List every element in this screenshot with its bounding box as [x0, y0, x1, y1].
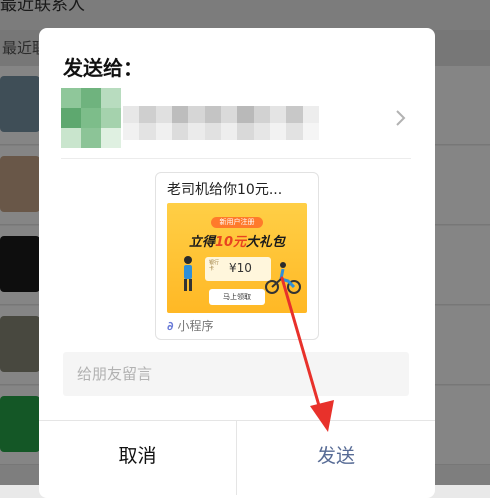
chevron-right-icon — [396, 110, 406, 126]
new-user-pill: 新用户注册 — [211, 217, 263, 228]
recipient-name-mosaic — [123, 106, 319, 140]
coupon-tag: 银行卡 — [209, 260, 220, 272]
mini-program-card[interactable]: 老司机给你10元... 新用户注册 立得10元大礼包 银行卡 ¥10 马上领取 … — [155, 172, 319, 340]
mini-program-icon: ∂ — [167, 319, 174, 333]
card-headline: 立得10元大礼包 — [188, 235, 286, 250]
recipient-avatar — [61, 88, 121, 148]
card-title: 老司机给你10元... — [167, 182, 283, 198]
divider — [61, 158, 411, 159]
recipient-row[interactable] — [61, 88, 413, 158]
dialog-button-row: 取消 发送 — [39, 420, 435, 498]
cyclist-illustration-icon — [265, 262, 301, 294]
person-illustration-icon — [184, 256, 192, 291]
claim-button: 马上领取 — [209, 289, 265, 305]
coupon: 银行卡 ¥10 — [205, 257, 271, 281]
message-input[interactable] — [63, 352, 409, 396]
card-footer: ∂ 小程序 — [167, 317, 214, 334]
dialog-title: 发送给： — [63, 56, 143, 80]
send-to-dialog: 发送给： 老司机给你10元... 新用户注册 立得10元大礼包 银行卡 ¥10 … — [39, 28, 435, 498]
coupon-amount: ¥10 — [229, 261, 252, 275]
send-button[interactable]: 发送 — [237, 421, 435, 495]
cancel-button[interactable]: 取消 — [39, 421, 237, 495]
mini-program-label: 小程序 — [177, 319, 214, 333]
card-preview-image: 新用户注册 立得10元大礼包 银行卡 ¥10 马上领取 — [167, 203, 307, 313]
